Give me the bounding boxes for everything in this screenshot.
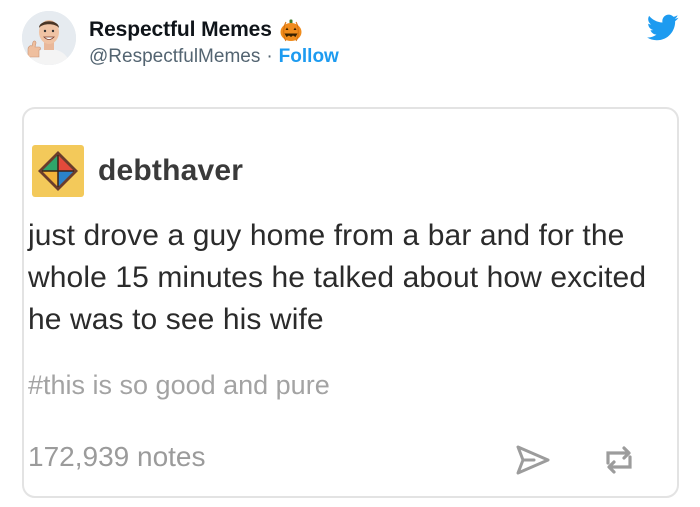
blog-name[interactable]: debthaver (98, 154, 243, 188)
share-icon[interactable] (514, 443, 552, 477)
blog-avatar[interactable] (32, 145, 84, 197)
author-name[interactable]: Respectful Memes (89, 18, 272, 42)
post-tags[interactable]: #this is so good and pure (28, 370, 330, 401)
author-name-row: Respectful Memes (89, 16, 339, 44)
author-handle[interactable]: @RespectfulMemes (89, 46, 260, 68)
post-notes-count[interactable]: 172,939 notes (28, 441, 206, 473)
avatar-photo (22, 11, 76, 65)
post-header: debthaver (32, 145, 243, 197)
post-body-text: just drove a guy home from a bar and for… (28, 219, 647, 336)
diamond-logo-icon (38, 151, 78, 191)
author-handle-row: @RespectfulMemes · Follow (89, 44, 339, 70)
follow-button[interactable]: Follow (279, 46, 339, 68)
twitter-bird-icon[interactable] (647, 14, 679, 42)
jack-o-lantern-icon (279, 18, 303, 42)
embedded-post-card: debthaver just drove a guy home from a b… (22, 107, 679, 498)
author-avatar[interactable] (22, 11, 76, 65)
handle-separator: · (266, 46, 273, 67)
reblog-icon[interactable] (600, 443, 638, 477)
author-info: Respectful Memes @RespectfulMemes · Foll… (89, 16, 339, 70)
